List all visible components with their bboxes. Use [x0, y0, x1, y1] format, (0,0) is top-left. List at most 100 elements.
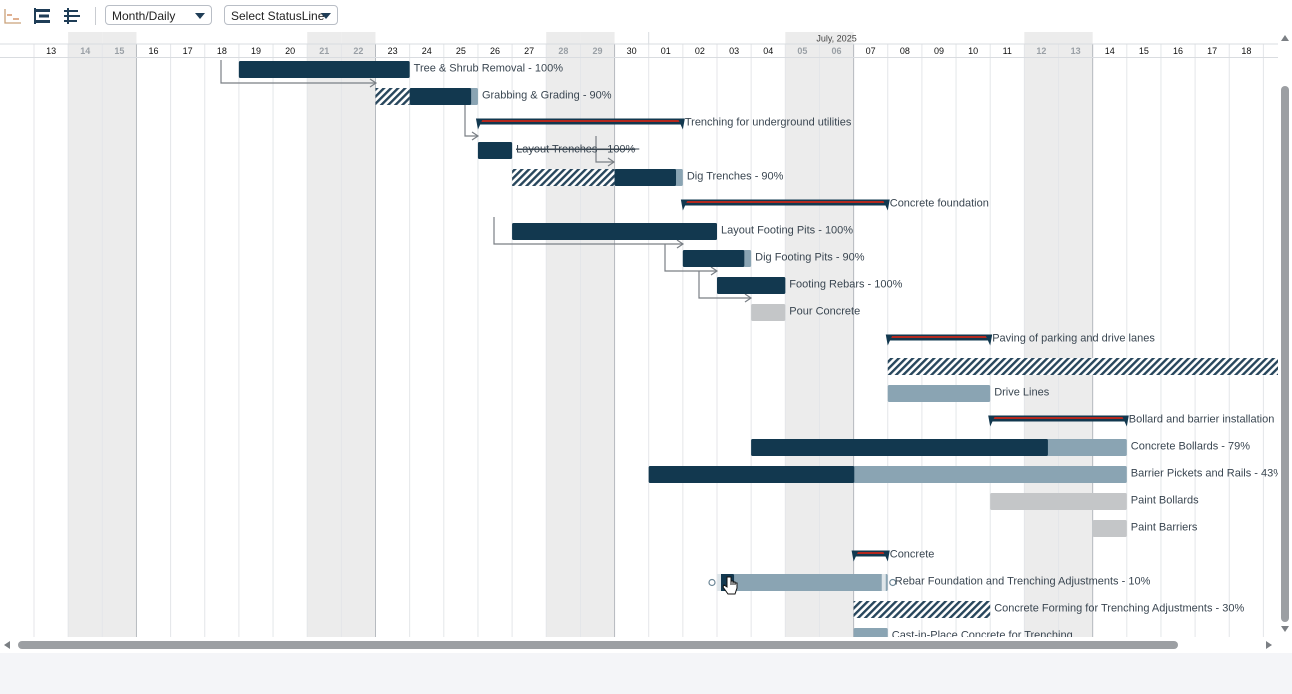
task-label: Concrete Bollards - 79%	[1131, 441, 1250, 453]
task-row[interactable]: Cast-in-Place Concrete for Trenching	[853, 628, 1073, 638]
day-label: 18	[217, 46, 227, 56]
task-label: Cast-in-Place Concrete for Trenching	[892, 630, 1073, 638]
task-progress	[751, 439, 1048, 456]
slack-hatch	[512, 169, 615, 186]
task-label: Drive Lines	[994, 387, 1050, 399]
day-label: 16	[149, 46, 159, 56]
task-row[interactable]: Trenching for underground utilities	[475, 117, 852, 130]
scroll-up-icon[interactable]	[1281, 35, 1289, 41]
horizontal-scrollbar[interactable]	[0, 637, 1278, 653]
task-bar	[717, 574, 888, 591]
task-bar-hatched	[887, 358, 1278, 375]
day-label: 17	[183, 46, 193, 56]
day-label: 13	[46, 46, 56, 56]
day-label: 10	[968, 46, 978, 56]
resize-handle-right	[881, 574, 886, 591]
weekend-column	[68, 32, 103, 637]
day-label: 02	[695, 46, 705, 56]
day-label: 17	[1207, 46, 1217, 56]
day-label: 21	[319, 46, 329, 56]
task-row[interactable]: Concrete Bollards - 79%	[751, 439, 1250, 456]
scroll-down-icon[interactable]	[1281, 626, 1289, 632]
task-row[interactable]: Decking Lot - 90%	[887, 358, 1278, 375]
task-label: Dig Footing Pits - 90%	[755, 252, 865, 264]
status-line-dropdown[interactable]: Select StatusLine	[224, 5, 338, 25]
resize-handle-left	[717, 574, 721, 591]
day-label: 29	[592, 46, 602, 56]
task-bar-hatched	[853, 601, 991, 618]
task-label: Concrete	[890, 549, 935, 561]
task-row[interactable]: Dig Trenches - 90%	[512, 169, 784, 186]
day-label: 01	[661, 46, 671, 56]
chevron-down-icon	[321, 13, 331, 19]
summary-critical-line	[853, 552, 888, 554]
day-label: 24	[422, 46, 432, 56]
weekend-column	[341, 32, 376, 637]
day-label: 16	[1173, 46, 1183, 56]
task-label: Bollard and barrier installation	[1129, 414, 1275, 426]
task-label: Grabbing & Grading - 90%	[482, 90, 612, 102]
indent-icon[interactable]	[32, 5, 54, 27]
day-label: 23	[388, 46, 398, 56]
day-label: 05	[797, 46, 807, 56]
day-label: 08	[900, 46, 910, 56]
summary-critical-line	[682, 201, 888, 203]
day-label: 26	[490, 46, 500, 56]
day-label: 30	[627, 46, 637, 56]
weekend-column	[307, 32, 342, 637]
task-label: Barrier Pickets and Rails - 43%	[1131, 468, 1278, 480]
task-progress	[238, 61, 410, 78]
task-progress	[409, 88, 472, 105]
task-bar	[853, 628, 888, 637]
day-label: 11	[1003, 46, 1012, 56]
day-label: 28	[558, 46, 568, 56]
task-row[interactable]: Paint Barriers	[1092, 520, 1198, 537]
task-bar-unscheduled	[751, 304, 786, 321]
vertical-scrollbar[interactable]	[1278, 32, 1292, 637]
day-label: 03	[729, 46, 739, 56]
toolbar: Month/Daily Select StatusLine	[0, 0, 1292, 32]
outdent-icon[interactable]	[61, 5, 83, 27]
task-label: Paint Barriers	[1131, 522, 1198, 534]
critical-path-icon[interactable]	[2, 5, 24, 27]
day-label: 27	[524, 46, 534, 56]
summary-critical-line	[990, 417, 1127, 419]
summary-critical-line	[887, 336, 991, 338]
day-label: 04	[763, 46, 773, 56]
day-label: 22	[353, 46, 363, 56]
status-line-value: Select StatusLine	[231, 9, 325, 23]
task-row[interactable]: Barrier Pickets and Rails - 43%	[648, 466, 1278, 483]
task-progress	[648, 466, 855, 483]
task-label: Paving of parking and drive lanes	[992, 333, 1155, 345]
month-label: July, 2025	[816, 34, 856, 44]
task-bar-unscheduled	[990, 493, 1127, 510]
view-scale-dropdown[interactable]: Month/Daily	[105, 5, 212, 25]
task-row[interactable]: Tree & Shrub Removal - 100%	[238, 61, 563, 78]
task-label: Paint Bollards	[1131, 495, 1199, 507]
day-label: 07	[866, 46, 876, 56]
task-row[interactable]: Concrete	[851, 549, 935, 562]
day-label: 25	[456, 46, 466, 56]
gantt-chart[interactable]: 13 14 15 16 17 18 19 20 21 22 23 24 25 26 27 28 29 30 01 02…	[0, 32, 1278, 637]
day-label: 19	[251, 46, 261, 56]
scroll-left-icon[interactable]	[4, 641, 10, 649]
day-label: 06	[832, 46, 842, 56]
task-label: Pour Concrete	[789, 306, 860, 318]
link-handle-icon	[708, 578, 716, 587]
day-label: 18	[1241, 46, 1251, 56]
day-label: 20	[285, 46, 295, 56]
day-label: 12	[1036, 46, 1046, 56]
weekend-column	[102, 32, 137, 637]
task-progress	[477, 142, 513, 159]
gantt-app: Month/Daily Select StatusLine 13 14 15 16 17…	[0, 0, 1292, 694]
task-progress	[512, 223, 717, 240]
task-progress	[717, 277, 786, 294]
horizontal-scroll-thumb[interactable]	[18, 641, 1178, 649]
scroll-right-icon[interactable]	[1266, 641, 1272, 649]
task-row[interactable]: Paint Bollards	[990, 493, 1199, 510]
toolbar-separator	[95, 7, 96, 25]
task-bar	[887, 385, 991, 402]
task-label: Rebar Foundation and Trenching Adjustmen…	[895, 576, 1151, 588]
vertical-scroll-thumb[interactable]	[1281, 86, 1289, 622]
task-row[interactable]: Paving of parking and drive lanes	[885, 333, 1156, 346]
